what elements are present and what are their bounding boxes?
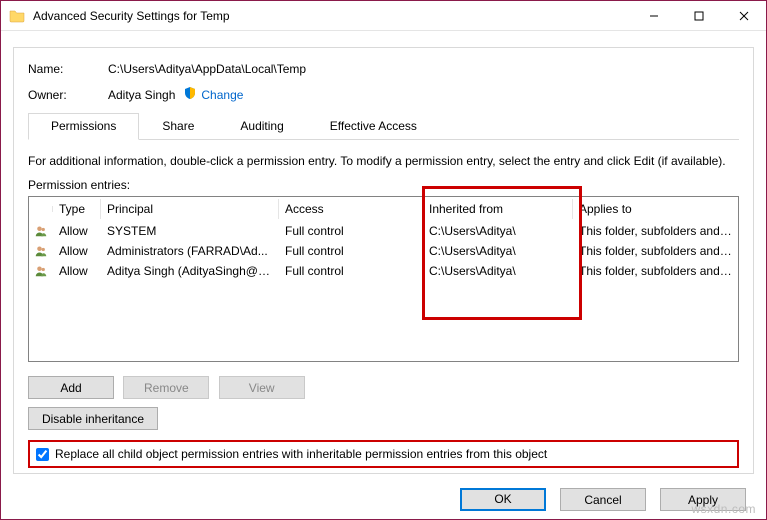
folder-icon <box>9 8 25 24</box>
close-button[interactable] <box>721 1 766 30</box>
add-button[interactable]: Add <box>28 376 114 399</box>
cell-principal: SYSTEM <box>101 222 279 240</box>
table-body: AllowSYSTEMFull controlC:\Users\Aditya\T… <box>29 221 738 361</box>
cell-inherited: C:\Users\Aditya\ <box>423 242 573 260</box>
cell-applies: This folder, subfolders and files <box>573 242 738 260</box>
tab-permissions[interactable]: Permissions <box>28 113 139 140</box>
cell-principal: Aditya Singh (AdityaSingh@o... <box>101 262 279 280</box>
minimize-button[interactable] <box>631 1 676 30</box>
maximize-button[interactable] <box>676 1 721 30</box>
cell-principal: Administrators (FARRAD\Ad... <box>101 242 279 260</box>
owner-row: Owner: Aditya Singh Change <box>28 86 739 103</box>
info-text: For additional information, double-click… <box>28 154 739 168</box>
disable-inheritance-button[interactable]: Disable inheritance <box>28 407 158 430</box>
col-principal[interactable]: Principal <box>101 199 279 219</box>
content-panel: Name: C:\Users\Aditya\AppData\Local\Temp… <box>13 47 754 474</box>
cell-access: Full control <box>279 222 423 240</box>
replace-children-row: Replace all child object permission entr… <box>28 440 739 468</box>
owner-value: Aditya Singh <box>108 88 175 102</box>
window-buttons <box>631 1 766 30</box>
remove-button: Remove <box>123 376 209 399</box>
cell-access: Full control <box>279 262 423 280</box>
table-wrapper: Type Principal Access Inherited from App… <box>28 196 739 362</box>
tab-share[interactable]: Share <box>139 113 217 139</box>
tab-strip: Permissions Share Auditing Effective Acc… <box>28 113 739 140</box>
change-owner-link[interactable]: Change <box>201 88 243 102</box>
table-header: Type Principal Access Inherited from App… <box>29 197 738 221</box>
cell-applies: This folder, subfolders and files <box>573 262 738 280</box>
name-row: Name: C:\Users\Aditya\AppData\Local\Temp <box>28 62 739 76</box>
col-icon <box>29 206 53 212</box>
cell-type: Allow <box>53 262 101 280</box>
user-group-icon <box>29 221 53 241</box>
owner-label: Owner: <box>28 88 108 102</box>
cell-applies: This folder, subfolders and files <box>573 222 738 240</box>
disable-inheritance-row: Disable inheritance <box>28 407 739 430</box>
name-value: C:\Users\Aditya\AppData\Local\Temp <box>108 62 306 76</box>
user-group-icon <box>29 261 53 281</box>
permission-table[interactable]: Type Principal Access Inherited from App… <box>28 196 739 362</box>
window-frame: Advanced Security Settings for Temp Name… <box>0 0 767 520</box>
cell-type: Allow <box>53 242 101 260</box>
entry-buttons-row: Add Remove View <box>28 376 739 399</box>
table-row[interactable]: AllowAdministrators (FARRAD\Ad...Full co… <box>29 241 738 261</box>
col-applies[interactable]: Applies to <box>573 199 738 219</box>
cell-inherited: C:\Users\Aditya\ <box>423 262 573 280</box>
replace-children-label: Replace all child object permission entr… <box>55 447 547 461</box>
replace-children-checkbox[interactable] <box>36 448 49 461</box>
window-title: Advanced Security Settings for Temp <box>33 9 631 23</box>
col-type[interactable]: Type <box>53 199 101 219</box>
user-group-icon <box>29 241 53 261</box>
view-button: View <box>219 376 305 399</box>
col-access[interactable]: Access <box>279 199 423 219</box>
tab-effective-access[interactable]: Effective Access <box>307 113 440 139</box>
table-row[interactable]: AllowAditya Singh (AdityaSingh@o...Full … <box>29 261 738 281</box>
shield-icon <box>183 86 197 103</box>
name-label: Name: <box>28 62 108 76</box>
permission-entries-label: Permission entries: <box>28 178 739 192</box>
cancel-button[interactable]: Cancel <box>560 488 646 511</box>
col-inherited[interactable]: Inherited from <box>423 199 573 219</box>
titlebar: Advanced Security Settings for Temp <box>1 1 766 31</box>
cell-access: Full control <box>279 242 423 260</box>
cell-type: Allow <box>53 222 101 240</box>
cell-inherited: C:\Users\Aditya\ <box>423 222 573 240</box>
ok-button[interactable]: OK <box>460 488 546 511</box>
tab-auditing[interactable]: Auditing <box>217 113 306 139</box>
table-row[interactable]: AllowSYSTEMFull controlC:\Users\Aditya\T… <box>29 221 738 241</box>
watermark: wsxdn.com <box>691 502 756 516</box>
